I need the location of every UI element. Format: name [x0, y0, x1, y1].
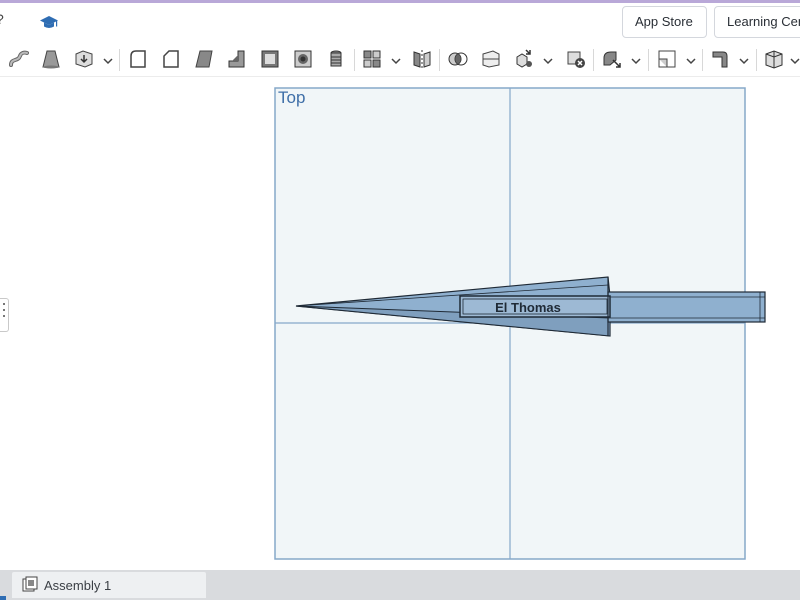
- active-indicator: [0, 596, 6, 600]
- view-cube-label: Top: [278, 88, 306, 107]
- document-tab-bar: Assembly 1: [0, 570, 800, 600]
- part-engraved-text: El Thomas: [495, 300, 561, 315]
- tab-assembly-1[interactable]: Assembly 1: [12, 572, 206, 598]
- tab-label: Assembly 1: [44, 578, 112, 593]
- assembly-icon: [22, 576, 38, 593]
- model-view-canvas[interactable]: El Thomas: [0, 0, 800, 600]
- panel-resize-handle[interactable]: [0, 298, 9, 332]
